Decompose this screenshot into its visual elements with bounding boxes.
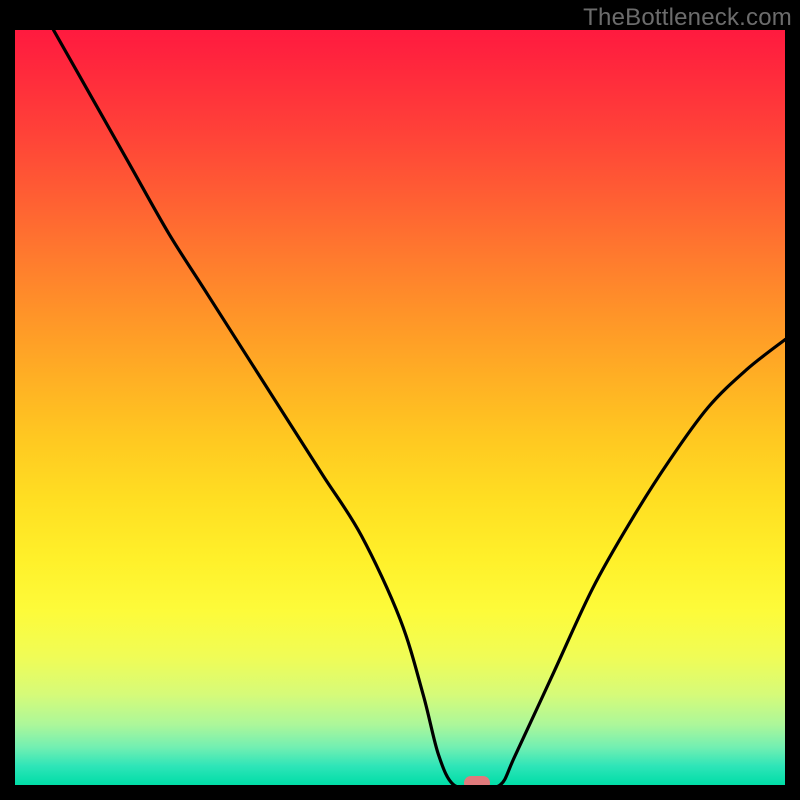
watermark-text: TheBottleneck.com [583, 4, 792, 32]
bottleneck-curve [15, 30, 785, 785]
plot-area [15, 30, 785, 785]
chart-frame: TheBottleneck.com [0, 0, 800, 800]
optimum-marker [464, 776, 490, 785]
curve-path [54, 30, 786, 785]
